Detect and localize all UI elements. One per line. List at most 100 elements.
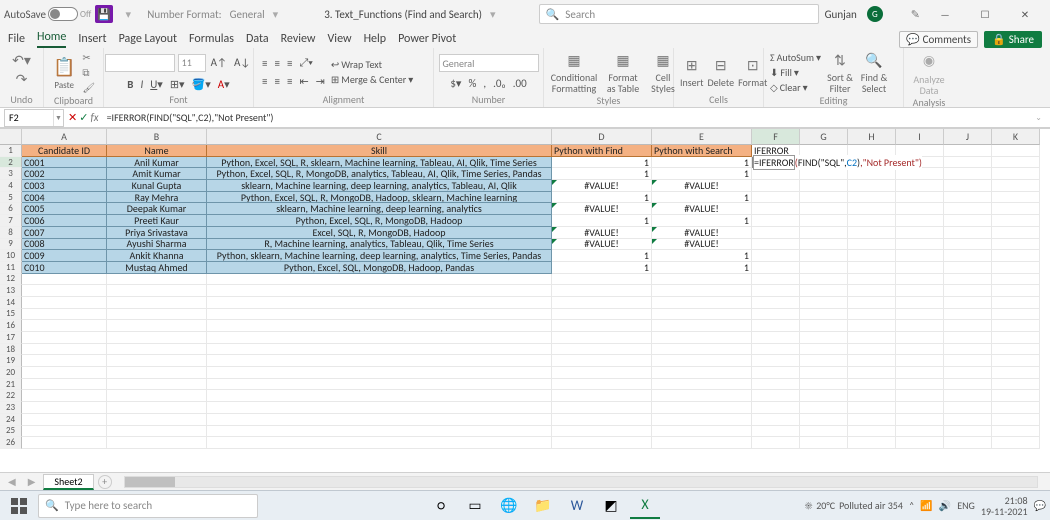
formula-expand[interactable]: ⌄ (1031, 113, 1046, 123)
col-header[interactable]: C (207, 129, 552, 145)
cell[interactable]: C009 (22, 250, 107, 262)
cell[interactable]: R, Machine learning, analytics, Tableau,… (207, 239, 552, 251)
cell[interactable] (848, 180, 896, 192)
cell[interactable]: Ayushi Sharma (107, 239, 207, 251)
cell[interactable] (992, 157, 1040, 169)
grow-font[interactable]: A↑ (209, 56, 229, 69)
cell[interactable] (207, 344, 552, 356)
cell[interactable] (848, 203, 896, 215)
cell[interactable] (552, 344, 652, 356)
cell[interactable] (107, 297, 207, 309)
cell[interactable] (896, 180, 944, 192)
row-header[interactable]: 8 (0, 227, 22, 239)
cell[interactable] (944, 379, 992, 391)
cell[interactable] (22, 414, 107, 426)
cell[interactable] (944, 203, 992, 215)
col-header[interactable]: B (107, 129, 207, 145)
name-box[interactable]: F2 ▼ (4, 109, 64, 127)
redo-button[interactable]: ↷ (13, 70, 31, 89)
cell[interactable] (207, 332, 552, 344)
cell[interactable] (992, 414, 1040, 426)
cell[interactable] (552, 367, 652, 379)
analyze-data[interactable]: ◉ (920, 51, 938, 70)
cell[interactable] (944, 168, 992, 180)
cell[interactable] (800, 192, 848, 204)
cell[interactable] (552, 426, 652, 438)
cell[interactable] (944, 250, 992, 262)
cell[interactable]: Python, Excel, SQL, R, MongoDB, analytic… (207, 168, 552, 180)
autosave[interactable]: AutoSave Off (4, 7, 91, 21)
cell[interactable] (896, 250, 944, 262)
col-header[interactable]: I (896, 129, 944, 145)
col-header[interactable]: D (552, 129, 652, 145)
cell[interactable]: C002 (22, 168, 107, 180)
cell[interactable] (848, 250, 896, 262)
cell[interactable] (800, 309, 848, 321)
border-button[interactable]: ⊞▾ (168, 78, 187, 91)
cell[interactable] (848, 297, 896, 309)
underline-button[interactable]: U▾ (148, 78, 165, 91)
cell[interactable] (552, 309, 652, 321)
cond-fmt[interactable]: ▦ (564, 51, 583, 70)
dec-dec[interactable]: .00 (511, 77, 529, 90)
cell[interactable] (896, 390, 944, 402)
add-sheet[interactable]: + (98, 475, 112, 489)
cell[interactable] (752, 250, 800, 262)
row-header[interactable]: 14 (0, 297, 22, 309)
undo-button[interactable]: ↶▾ (9, 51, 34, 70)
cell[interactable] (944, 227, 992, 239)
cell[interactable] (652, 437, 752, 449)
tray-net[interactable]: 📶 (920, 499, 932, 512)
cell[interactable]: 1 (552, 157, 652, 169)
cell[interactable] (552, 320, 652, 332)
cell[interactable] (848, 215, 896, 227)
cell[interactable] (652, 402, 752, 414)
tb-explorer-icon[interactable]: 📁 (528, 493, 558, 519)
cell[interactable] (652, 332, 752, 344)
cell[interactable] (896, 332, 944, 344)
cell[interactable] (752, 355, 800, 367)
cell[interactable]: sklearn, Machine learning, deep learning… (207, 203, 552, 215)
cell[interactable]: 1 (552, 250, 652, 262)
cell[interactable]: Python, Excel, SQL, R, sklearn, Machine … (207, 157, 552, 169)
cell[interactable] (652, 274, 752, 286)
cell[interactable] (552, 402, 652, 414)
tray-ime[interactable]: ENG (957, 499, 975, 512)
cell[interactable] (752, 344, 800, 356)
cell[interactable] (22, 379, 107, 391)
cell[interactable]: C005 (22, 203, 107, 215)
avatar[interactable]: G (867, 6, 883, 22)
shrink-font[interactable]: A↓ (232, 56, 252, 69)
cell[interactable] (752, 309, 800, 321)
save-button[interactable]: 💾 (95, 5, 113, 23)
cell[interactable] (944, 285, 992, 297)
col-header[interactable]: H (848, 129, 896, 145)
row-header[interactable]: 5 (0, 192, 22, 204)
cell[interactable] (992, 145, 1040, 157)
cell[interactable] (944, 262, 992, 274)
cell[interactable] (848, 367, 896, 379)
cell[interactable] (107, 274, 207, 286)
tab-powerpivot[interactable]: Power Pivot (398, 30, 456, 48)
col-header[interactable]: A (22, 129, 107, 145)
cell[interactable]: Priya Srivastava (107, 227, 207, 239)
cell[interactable] (800, 168, 848, 180)
cell[interactable] (992, 274, 1040, 286)
cell[interactable] (848, 414, 896, 426)
tab-insert[interactable]: Insert (78, 30, 106, 48)
cell[interactable] (992, 297, 1040, 309)
autosave-toggle[interactable] (48, 7, 78, 21)
cell[interactable] (107, 320, 207, 332)
autosum[interactable]: Σ AutoSum ▾ (770, 51, 821, 64)
row-header[interactable]: 21 (0, 379, 22, 391)
cell[interactable]: Python, sklearn, Machine learning, deep … (207, 250, 552, 262)
cell[interactable] (652, 426, 752, 438)
cell[interactable] (800, 239, 848, 251)
cell[interactable]: C003 (22, 180, 107, 192)
cell[interactable] (944, 215, 992, 227)
cell[interactable] (22, 390, 107, 402)
cell[interactable]: 1 (552, 192, 652, 204)
cell[interactable] (800, 250, 848, 262)
format-painter[interactable]: 🖌 (82, 81, 95, 94)
cell[interactable] (107, 426, 207, 438)
